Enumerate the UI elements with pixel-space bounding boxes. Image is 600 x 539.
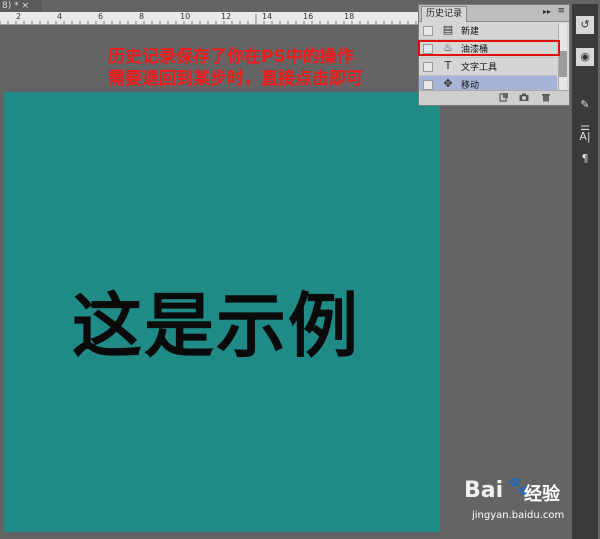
canvas-text-layer: 这是示例 bbox=[72, 285, 360, 367]
baidu-watermark: Bai 🐾 经验 jingyan.baidu.com bbox=[464, 476, 584, 528]
character-icon[interactable]: A| bbox=[576, 128, 594, 146]
snapshot-checkbox[interactable] bbox=[423, 62, 433, 72]
tab-history[interactable]: 历史记录 bbox=[421, 6, 468, 22]
scrollbar-thumb[interactable] bbox=[559, 51, 567, 77]
move-tool-icon: ✥ bbox=[443, 77, 453, 90]
panel-dock: ↺ ◉ ✎ ⚌ A| ¶ bbox=[572, 4, 598, 539]
history-item-label: 新建 bbox=[461, 27, 480, 37]
history-scrollbar[interactable] bbox=[558, 23, 567, 93]
ruler-label: 16 bbox=[303, 12, 314, 21]
ruler-label: 8 bbox=[139, 12, 145, 21]
baidu-logo: Bai bbox=[464, 478, 504, 503]
swatches-icon[interactable]: ◉ bbox=[576, 48, 594, 66]
history-item-new[interactable]: ▤ 新建 bbox=[419, 22, 557, 40]
document-canvas[interactable]: 这是示例 bbox=[4, 92, 440, 532]
brushes-icon[interactable]: ✎ bbox=[576, 96, 594, 114]
history-item-type-tool[interactable]: T 文字工具 bbox=[419, 58, 557, 76]
snapshot-checkbox[interactable] bbox=[423, 26, 433, 36]
new-document-from-state-icon[interactable] bbox=[499, 93, 509, 102]
panel-menu-icon[interactable]: ≡ bbox=[557, 6, 565, 16]
type-tool-icon: T bbox=[444, 59, 452, 72]
ruler-label: 14 bbox=[262, 12, 273, 21]
ruler-label: 10 bbox=[180, 12, 191, 21]
snapshot-checkbox[interactable] bbox=[423, 80, 433, 90]
ruler-label: 18 bbox=[344, 12, 355, 21]
document-tab[interactable]: 8) * × bbox=[0, 0, 42, 12]
ruler-label: 6 bbox=[98, 12, 104, 21]
trash-icon[interactable] bbox=[541, 93, 551, 102]
collapse-panel-icon[interactable]: ▸▸ bbox=[543, 7, 551, 16]
history-list: ▤ 新建 ♨ 油漆桶 T 文字工具 ✥ 移动 bbox=[419, 22, 557, 94]
highlight-box bbox=[418, 40, 560, 56]
panel-footer bbox=[419, 90, 569, 105]
watermark-url: jingyan.baidu.com bbox=[472, 510, 565, 521]
document-icon: ▤ bbox=[442, 23, 454, 36]
panel-header: 历史记录 ▸▸ ≡ bbox=[419, 5, 569, 22]
history-icon[interactable]: ↺ bbox=[576, 16, 594, 34]
ruler-label: 4 bbox=[57, 12, 63, 21]
ruler-label: 2 bbox=[16, 12, 22, 21]
ruler-ticks bbox=[0, 14, 417, 24]
ruler-label: 12 bbox=[221, 12, 232, 21]
watermark-cn-text: 经验 bbox=[524, 484, 560, 505]
horizontal-ruler: 2 4 6 8 10 12 14 16 18 bbox=[0, 12, 418, 25]
paragraph-icon[interactable]: ¶ bbox=[576, 150, 594, 168]
camera-icon[interactable] bbox=[519, 93, 529, 102]
annotation-line-2: 需要退回到某步时，直接点击即可 bbox=[108, 69, 363, 89]
history-item-label: 文字工具 bbox=[461, 63, 498, 73]
